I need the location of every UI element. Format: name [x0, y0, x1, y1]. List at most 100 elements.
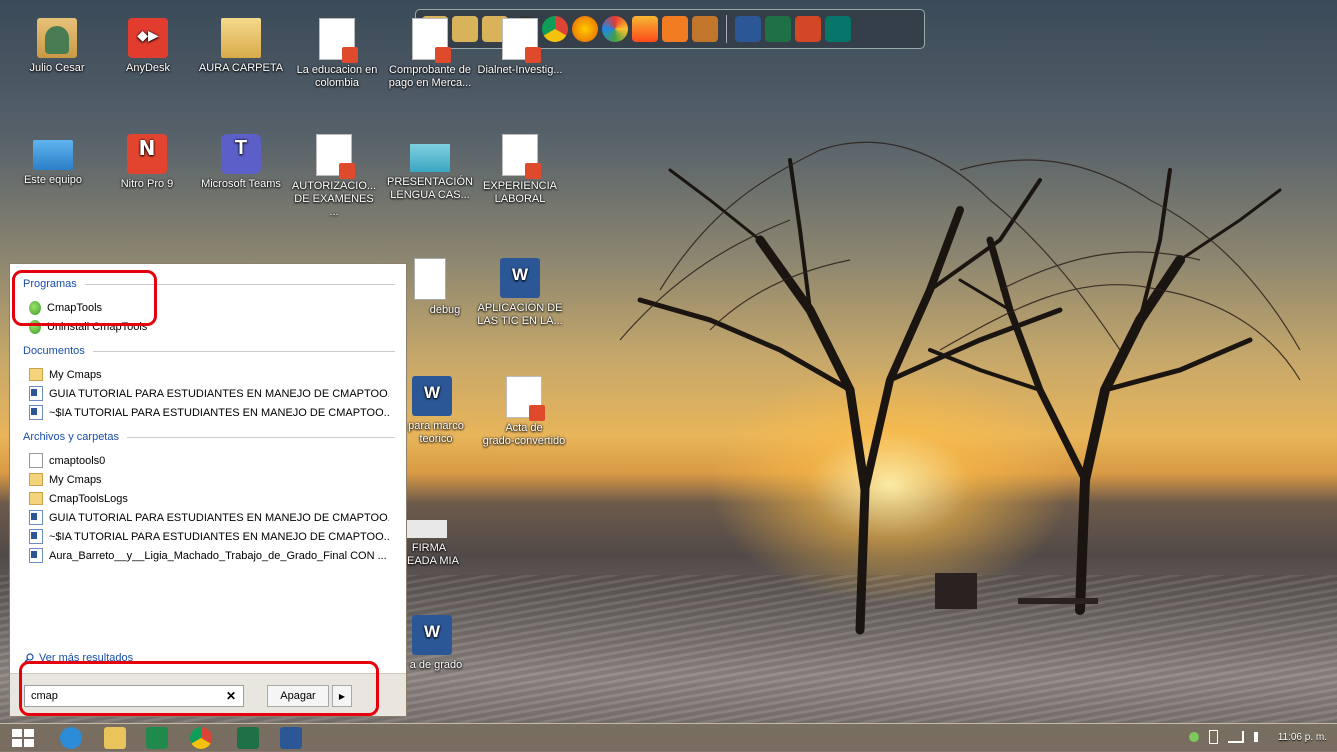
- result-file-guia-tutorial[interactable]: GUIA TUTORIAL PARA ESTUDIANTES EN MANEJO…: [29, 509, 389, 526]
- desktop-icon-experiencia[interactable]: EXPERIENCIA LABORAL: [476, 134, 564, 206]
- picasa-icon[interactable]: [602, 16, 628, 42]
- desktop-icon-label: Dialnet-Investig...: [477, 64, 563, 76]
- word-doc-icon: [29, 405, 43, 420]
- desktop-icon-julio-cesar[interactable]: Julio Cesar: [13, 18, 101, 75]
- pdf-document-icon: [412, 18, 451, 63]
- result-file-temp-tutorial[interactable]: ~$IA TUTORIAL PARA ESTUDIANTES EN MANEJO…: [29, 528, 389, 545]
- desktop-icon-label: APLICACIÓN DE LAS TIC EN LA...: [477, 302, 563, 327]
- pdf-document-icon: [502, 134, 541, 179]
- outlook-icon[interactable]: [146, 727, 168, 749]
- desktop-icon-label: Este equipo: [23, 174, 83, 186]
- bench: [1018, 598, 1098, 604]
- desktop-icon-presentacion[interactable]: PRESENTACIÓN LENGUA CAS...: [386, 134, 474, 202]
- desktop-icon-label: EXPERIENCIA LABORAL: [483, 180, 557, 205]
- result-doc-guia-tutorial[interactable]: GUIA TUTORIAL PARA ESTUDIANTES EN MANEJO…: [29, 385, 389, 402]
- computer-icon: [33, 140, 73, 170]
- result-file-my-cmaps[interactable]: My Cmaps: [29, 471, 389, 488]
- desktop-icon-educacion[interactable]: La educacion en colombia: [293, 18, 381, 90]
- desktop-icon-dialnet[interactable]: Dialnet-Investig...: [476, 18, 564, 77]
- result-label: cmaptools0: [49, 454, 106, 467]
- word-icon[interactable]: [735, 16, 761, 42]
- desktop-icon-este-equipo[interactable]: Este equipo: [9, 134, 97, 187]
- desktop-icon-label: Comprobante de pago en Merca...: [388, 64, 472, 89]
- desktop-icon-label: La educacion en colombia: [296, 64, 378, 89]
- network-status-icon[interactable]: [1188, 732, 1199, 742]
- section-title: Documentos: [23, 345, 85, 357]
- powerpoint-icon[interactable]: [795, 16, 821, 42]
- desktop-icon-nitro[interactable]: Nitro Pro 9: [103, 134, 191, 191]
- word-doc-icon: [29, 548, 43, 563]
- anydesk-icon: [128, 18, 168, 58]
- start-search-panel: Programas CmapTools Uninstall CmapTools …: [9, 263, 407, 717]
- desktop-icon-label: Nitro Pro 9: [120, 178, 174, 190]
- result-label: ~$IA TUTORIAL PARA ESTUDIANTES EN MANEJO…: [49, 530, 389, 543]
- publisher-icon[interactable]: [825, 16, 851, 42]
- windows-logo-pane: [24, 739, 34, 747]
- desktop-icon-anydesk[interactable]: AnyDesk: [104, 18, 192, 75]
- desktop-icon-aplicacion-tic[interactable]: APLICACIÓN DE LAS TIC EN LA...: [476, 258, 564, 328]
- firefox-icon[interactable]: [572, 16, 598, 42]
- text-file-icon: [414, 258, 446, 300]
- clock[interactable]: 11:06 p. m.: [1278, 732, 1327, 743]
- media-player-icon[interactable]: [662, 16, 688, 42]
- desktop-icon-label: Acta de grado-convertido: [482, 422, 566, 447]
- chrome-icon[interactable]: [190, 727, 212, 749]
- result-label: GUIA TUTORIAL PARA ESTUDIANTES EN MANEJO…: [49, 511, 389, 524]
- section-files-folders: Archivos y carpetas: [23, 431, 395, 443]
- desktop-icon-label: AURA CARPETA: [198, 62, 284, 74]
- pdf-document-icon: [319, 18, 358, 63]
- result-label: ~$IA TUTORIAL PARA ESTUDIANTES EN MANEJO…: [49, 406, 389, 419]
- word-doc-icon: [29, 529, 43, 544]
- word-icon[interactable]: [280, 727, 302, 749]
- desktop-icon-teams[interactable]: Microsoft Teams: [197, 134, 285, 191]
- result-label: CmapToolsLogs: [49, 492, 128, 505]
- word-file-icon: [412, 376, 452, 416]
- desktop-icon-label: AnyDesk: [125, 62, 171, 74]
- section-documents: Documentos: [23, 345, 395, 357]
- signal-icon[interactable]: [1227, 731, 1244, 743]
- cabin: [935, 573, 977, 609]
- pdf-document-icon: [316, 134, 355, 179]
- desktop-icon-autorizacion[interactable]: AUTORIZACIO... DE EXAMENES ...: [290, 134, 378, 219]
- folder-icon: [221, 18, 261, 58]
- desktop-icon-label: Julio Cesar: [29, 62, 85, 74]
- section-title: Archivos y carpetas: [23, 431, 119, 443]
- desktop-icon-label: PRESENTACIÓN LENGUA CAS...: [387, 176, 473, 201]
- result-file-cmaptoolslogs[interactable]: CmapToolsLogs: [29, 490, 389, 507]
- user-folder-icon: [37, 18, 77, 58]
- volume-icon[interactable]: [1253, 732, 1268, 742]
- word-file-icon: [500, 258, 540, 298]
- text-file-icon: [29, 453, 43, 468]
- desktop-icon-acta-grado[interactable]: Acta de grado-convertido: [480, 376, 568, 448]
- word-doc-icon: [29, 510, 43, 525]
- result-file-trabajo-grado[interactable]: Aura_Barreto__y__Ligia_Machado_Trabajo_d…: [29, 547, 389, 564]
- folder-icon: [29, 473, 43, 486]
- result-doc-my-cmaps[interactable]: My Cmaps: [29, 366, 389, 383]
- start-button[interactable]: [12, 729, 34, 748]
- folder-icon: [29, 492, 43, 505]
- result-doc-temp-tutorial[interactable]: ~$IA TUTORIAL PARA ESTUDIANTES EN MANEJO…: [29, 404, 389, 421]
- teams-icon: [221, 134, 261, 174]
- word-doc-icon: [29, 386, 43, 401]
- windows-logo-pane: [24, 729, 34, 737]
- result-label: Aura_Barreto__y__Ligia_Machado_Trabajo_d…: [49, 549, 387, 562]
- pdf-document-icon: [502, 18, 541, 63]
- building-icon[interactable]: [692, 16, 718, 42]
- desktop-icon-label: AUTORIZACIO... DE EXAMENES ...: [291, 180, 377, 218]
- paint-icon[interactable]: [632, 16, 658, 42]
- result-file-cmaptools0[interactable]: cmaptools0: [29, 452, 389, 469]
- pdf-document-icon: [506, 376, 545, 421]
- desktop-icon-aura-carpeta[interactable]: AURA CARPETA: [197, 18, 285, 75]
- windows-logo-pane: [12, 739, 22, 747]
- image-file-icon: [407, 520, 447, 538]
- toolbar-separator: [726, 15, 727, 43]
- desktop-icon-comprobante[interactable]: Comprobante de pago en Merca...: [386, 18, 474, 90]
- highlight-program-result: [12, 270, 157, 326]
- file-explorer-icon[interactable]: [104, 727, 126, 749]
- excel-icon[interactable]: [765, 16, 791, 42]
- word-file-icon: [412, 615, 452, 655]
- battery-icon[interactable]: [1208, 730, 1218, 744]
- trees-silhouette: [619, 141, 1301, 635]
- excel-icon[interactable]: [237, 727, 259, 749]
- internet-explorer-icon[interactable]: [60, 727, 82, 749]
